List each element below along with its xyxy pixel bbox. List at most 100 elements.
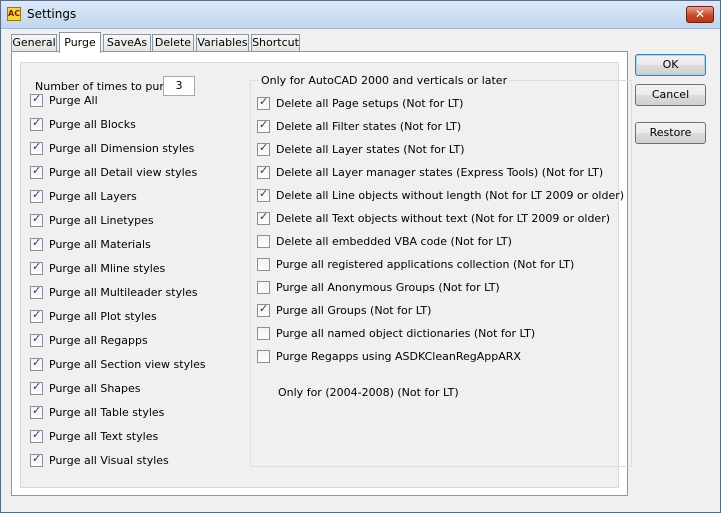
check-mark-icon: ✓ [32, 260, 42, 273]
check-mark-icon: ✓ [32, 212, 42, 225]
cancel-button[interactable]: Cancel [635, 84, 706, 106]
check-mark-icon: ✓ [32, 404, 42, 417]
checkbox-label: Purge all Blocks [49, 118, 136, 131]
checkbox[interactable]: ✓ [257, 164, 270, 179]
checkbox[interactable]: ✓ [30, 260, 43, 275]
checkbox-label: Purge all Materials [49, 238, 151, 251]
checkbox-label: Purge all Regapps [49, 334, 148, 347]
group-title: Only for AutoCAD 2000 and verticals or l… [259, 74, 510, 87]
checkbox[interactable]: ✓ [257, 210, 270, 225]
autocad-2000-group: Only for AutoCAD 2000 and verticals or l… [250, 74, 632, 467]
checkbox[interactable]: ✓ [257, 141, 270, 156]
checkbox[interactable]: ✓ [30, 404, 43, 419]
checkbox[interactable]: ✓ [30, 356, 43, 371]
checkbox-label: Purge all Linetypes [49, 214, 154, 227]
checkbox-label: Purge all registered applications collec… [276, 258, 575, 271]
checkbox-label: Delete all Line objects without length (… [276, 189, 625, 202]
checkbox-label: Purge all Groups (Not for LT) [276, 304, 432, 317]
check-mark-icon: ✓ [32, 284, 42, 297]
checkbox[interactable] [257, 281, 270, 294]
check-mark-icon: ✓ [32, 452, 42, 465]
checkbox-label: Purge all Plot styles [49, 310, 157, 323]
check-mark-icon: ✓ [32, 92, 42, 105]
checkbox-label: Delete all Layer states (Not for LT) [276, 143, 465, 156]
check-mark-icon: ✓ [259, 187, 269, 200]
checkbox[interactable]: ✓ [30, 380, 43, 395]
checkbox-label: Purge all Layers [49, 190, 137, 203]
checkbox[interactable]: ✓ [30, 140, 43, 155]
close-icon: ✕ [694, 7, 706, 21]
check-mark-icon: ✓ [32, 116, 42, 129]
checkbox-label: Purge All [49, 94, 98, 107]
tab-delete[interactable]: Delete [152, 34, 194, 52]
checkbox[interactable]: ✓ [257, 95, 270, 110]
check-mark-icon: ✓ [259, 302, 269, 315]
tab-shortcut[interactable]: Shortcut [251, 34, 300, 52]
check-mark-icon: ✓ [32, 308, 42, 321]
check-mark-icon: ✓ [32, 356, 42, 369]
checkbox[interactable]: ✓ [30, 332, 43, 347]
checkbox[interactable]: ✓ [30, 92, 43, 107]
checkbox[interactable]: ✓ [30, 308, 43, 323]
checkbox-label: Delete all Layer manager states (Express… [276, 166, 604, 179]
checkbox[interactable]: ✓ [30, 428, 43, 443]
checkbox[interactable] [257, 350, 270, 363]
purge-count-input[interactable]: 3 [163, 76, 195, 96]
checkbox-label: Purge all Table styles [49, 406, 165, 419]
checkbox[interactable]: ✓ [30, 236, 43, 251]
checkbox[interactable] [257, 327, 270, 340]
checkbox-label: Purge all Shapes [49, 382, 141, 395]
checkbox-label: Purge all Visual styles [49, 454, 169, 467]
close-button[interactable]: ✕ [686, 6, 714, 23]
checkbox-label: Purge all Multileader styles [49, 286, 198, 299]
checkbox-label: Purge all named object dictionaries (Not… [276, 327, 536, 340]
checkbox-label: Purge all Detail view styles [49, 166, 198, 179]
checkbox-label: Purge all Dimension styles [49, 142, 195, 155]
checkbox-label: Purge all Section view styles [49, 358, 206, 371]
checkbox-label: Purge all Anonymous Groups (Not for LT) [276, 281, 500, 294]
settings-window: AC Settings ✕ General Purge SaveAs Delet… [0, 0, 721, 513]
checkbox-label: Delete all Filter states (Not for LT) [276, 120, 462, 133]
checkbox[interactable]: ✓ [257, 187, 270, 202]
tab-purge[interactable]: Purge [59, 32, 101, 53]
checkbox[interactable] [257, 258, 270, 271]
check-mark-icon: ✓ [32, 236, 42, 249]
app-icon: AC [7, 7, 21, 21]
checkbox[interactable]: ✓ [30, 116, 43, 131]
check-mark-icon: ✓ [259, 164, 269, 177]
checkbox[interactable]: ✓ [30, 164, 43, 179]
tab-general[interactable]: General [11, 34, 57, 52]
check-mark-icon: ✓ [259, 95, 269, 108]
check-mark-icon: ✓ [259, 118, 269, 131]
tab-saveas[interactable]: SaveAs [103, 34, 151, 52]
checkbox[interactable]: ✓ [257, 118, 270, 133]
check-mark-icon: ✓ [259, 210, 269, 223]
checkbox[interactable]: ✓ [257, 302, 270, 317]
check-mark-icon: ✓ [32, 332, 42, 345]
check-mark-icon: ✓ [32, 188, 42, 201]
check-mark-icon: ✓ [32, 140, 42, 153]
checkbox-label: Delete all Page setups (Not for LT) [276, 97, 464, 110]
restore-button[interactable]: Restore [635, 122, 706, 144]
checkbox[interactable]: ✓ [30, 284, 43, 299]
tab-variables[interactable]: Variables [196, 34, 249, 52]
window-title: Settings [27, 7, 77, 21]
check-mark-icon: ✓ [32, 164, 42, 177]
checkbox[interactable] [257, 235, 270, 248]
checkbox-label: Delete all Text objects without text (No… [276, 212, 611, 225]
checkbox[interactable]: ✓ [30, 212, 43, 227]
check-mark-icon: ✓ [259, 141, 269, 154]
title-bar[interactable]: AC Settings ✕ [1, 1, 720, 29]
purge-content: Number of times to purge: 3 ✓ Purge All ✓ P… [20, 62, 632, 488]
purge-count-label: Number of times to purge: [35, 80, 182, 93]
regapps-note: Only for (2004-2008) (Not for LT) [278, 386, 459, 399]
checkbox[interactable]: ✓ [30, 452, 43, 467]
checkbox-label: Purge Regapps using ASDKCleanRegAppARX [276, 350, 521, 363]
purge-panel: Number of times to purge: 3 ✓ Purge All ✓ P… [11, 51, 632, 496]
checkbox[interactable]: ✓ [30, 188, 43, 203]
checkbox-label: Purge all Mline styles [49, 262, 166, 275]
check-mark-icon: ✓ [32, 380, 42, 393]
checkbox-label: Purge all Text styles [49, 430, 159, 443]
check-mark-icon: ✓ [32, 428, 42, 441]
ok-button[interactable]: OK [635, 54, 706, 76]
